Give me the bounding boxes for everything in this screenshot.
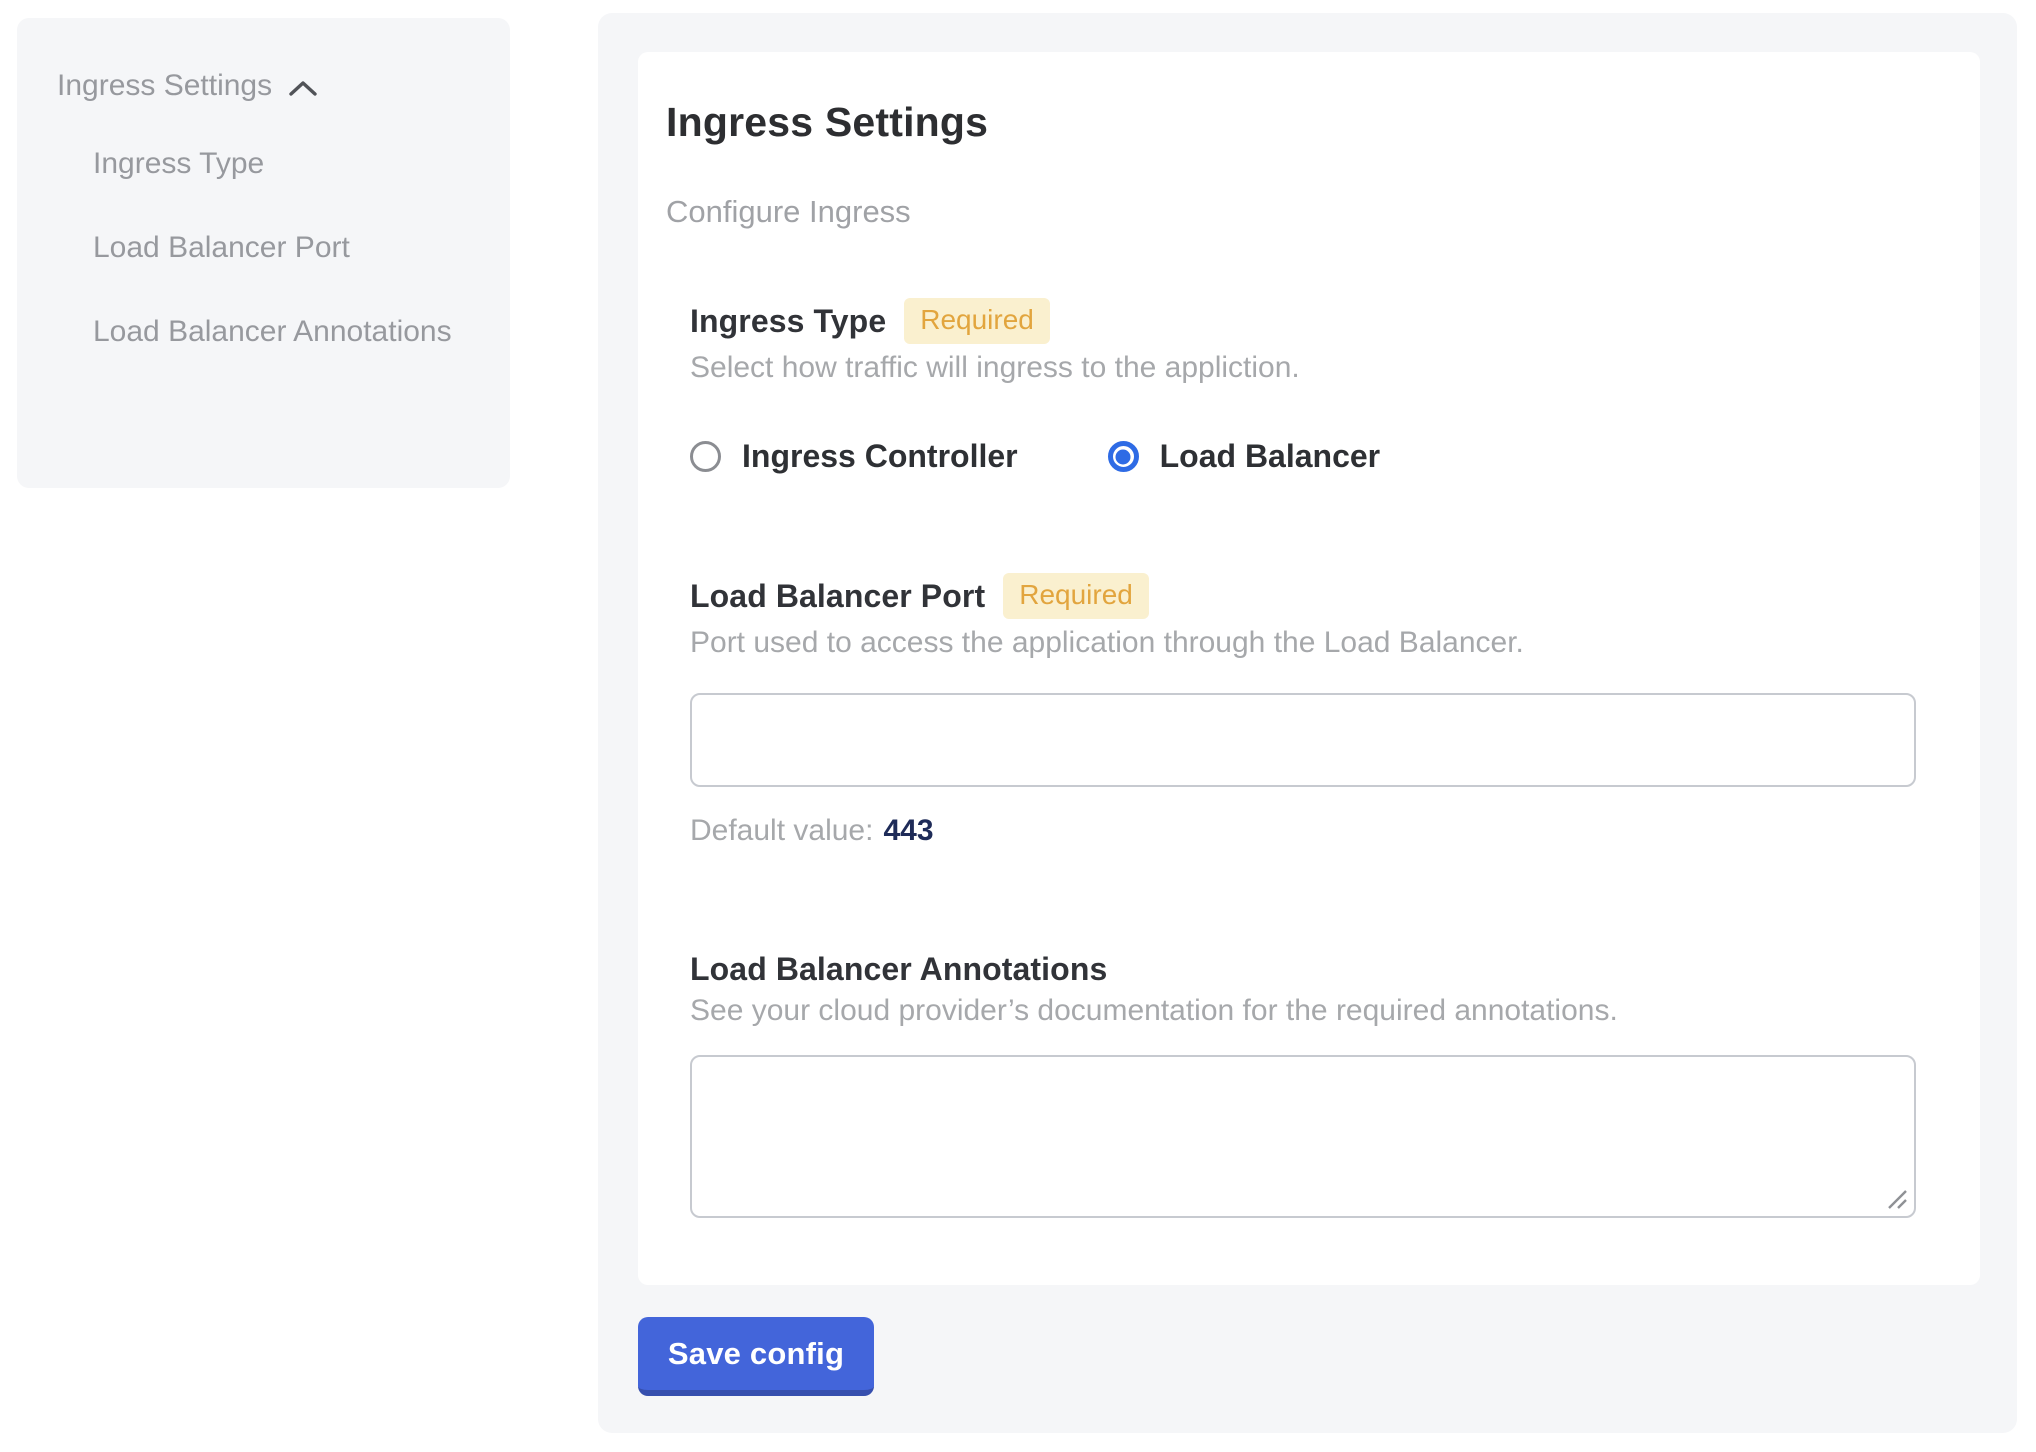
section-ingress-type: Ingress Type Required Select how traffic… bbox=[690, 296, 1918, 475]
page-subtitle: Configure Ingress bbox=[666, 194, 1918, 230]
radio-option-ingress-controller[interactable]: Ingress Controller bbox=[690, 438, 1018, 475]
section-description: Select how traffic will ingress to the a… bbox=[690, 350, 1918, 386]
main-panel: Ingress Settings Configure Ingress Ingre… bbox=[598, 13, 2017, 1433]
section-load-balancer-annotations: Load Balancer Annotations See your cloud… bbox=[690, 949, 1918, 1218]
sidebar-item-load-balancer-port[interactable]: Load Balancer Port bbox=[93, 216, 454, 279]
default-value-line: Default value: 443 bbox=[690, 813, 1918, 849]
section-load-balancer-port: Load Balancer Port Required Port used to… bbox=[690, 571, 1918, 849]
radio-label[interactable]: Ingress Controller bbox=[742, 438, 1018, 475]
ingress-type-radio-group: Ingress Controller Load Balancer bbox=[690, 438, 1918, 475]
default-value-label: Default value: bbox=[690, 814, 873, 847]
settings-card: Ingress Settings Configure Ingress Ingre… bbox=[638, 52, 1980, 1285]
section-heading-row: Load Balancer Port Required bbox=[690, 571, 1918, 621]
page-title: Ingress Settings bbox=[666, 100, 1918, 144]
load-balancer-annotations-textarea[interactable] bbox=[690, 1055, 1916, 1218]
default-value-number: 443 bbox=[883, 814, 933, 847]
annotations-textarea-wrap bbox=[690, 1055, 1916, 1218]
section-description: Port used to access the application thro… bbox=[690, 625, 1918, 661]
config-nav-sidebar: Ingress Settings Ingress Type Load Balan… bbox=[17, 18, 510, 488]
section-heading-ingress-type: Ingress Type bbox=[690, 303, 886, 340]
section-heading-load-balancer-port: Load Balancer Port bbox=[690, 578, 985, 615]
section-heading-load-balancer-annotations: Load Balancer Annotations bbox=[690, 951, 1107, 988]
chevron-up-icon bbox=[288, 80, 318, 97]
radio-button-checked[interactable] bbox=[1108, 441, 1139, 472]
radio-label[interactable]: Load Balancer bbox=[1160, 438, 1381, 475]
load-balancer-port-input[interactable] bbox=[690, 693, 1916, 787]
sidebar-item-ingress-type[interactable]: Ingress Type bbox=[93, 132, 454, 195]
save-config-button[interactable]: Save config bbox=[638, 1317, 874, 1396]
sidebar-item-list: Ingress Type Load Balancer Port Load Bal… bbox=[93, 132, 454, 363]
radio-option-load-balancer[interactable]: Load Balancer bbox=[1108, 438, 1381, 475]
sidebar-group-ingress-settings[interactable]: Ingress Settings bbox=[57, 66, 454, 106]
required-badge: Required bbox=[904, 298, 1050, 344]
section-heading-row: Load Balancer Annotations bbox=[690, 949, 1918, 989]
required-badge: Required bbox=[1003, 573, 1149, 619]
sidebar-item-load-balancer-annotations[interactable]: Load Balancer Annotations bbox=[93, 300, 454, 363]
sidebar-group-label: Ingress Settings bbox=[57, 66, 272, 106]
settings-sections: Ingress Type Required Select how traffic… bbox=[690, 296, 1918, 1218]
section-description: See your cloud provider’s documentation … bbox=[690, 993, 1918, 1029]
section-heading-row: Ingress Type Required bbox=[690, 296, 1918, 346]
radio-button-unchecked[interactable] bbox=[690, 441, 721, 472]
